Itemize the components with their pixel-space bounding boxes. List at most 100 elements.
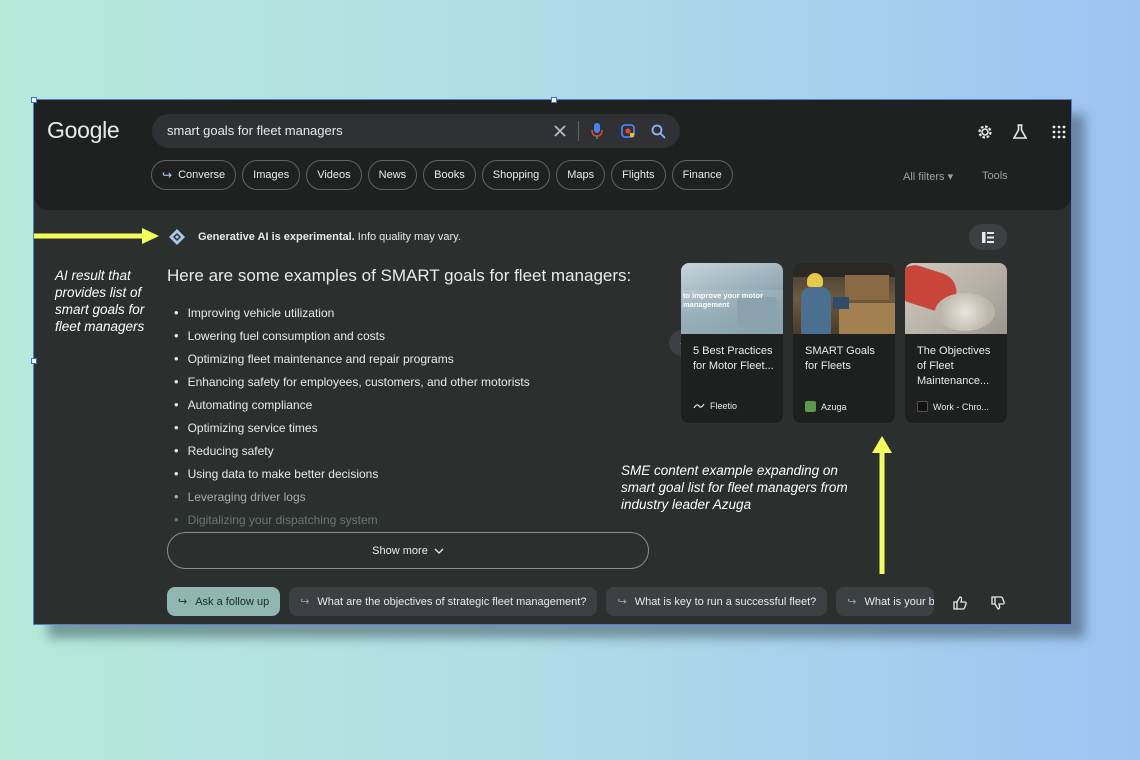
sparkle-icon xyxy=(169,229,185,245)
list-item: Reducing safety xyxy=(174,439,530,462)
card-image xyxy=(793,263,895,334)
chip-label: Maps xyxy=(567,169,595,181)
chip-label: Finance xyxy=(682,169,722,181)
ai-notice-rest: Info quality may vary. xyxy=(354,231,461,243)
annotation-sme-content: SME content example expanding on smart g… xyxy=(621,463,848,512)
chip-label: Videos xyxy=(317,169,351,181)
list-item: Enhancing safety for employees, customer… xyxy=(174,370,530,393)
panel-toggle-button[interactable] xyxy=(969,224,1007,250)
list-item: Automating compliance xyxy=(174,393,530,416)
thumbs-up-icon[interactable] xyxy=(952,595,968,611)
card-title: 5 Best Practices for Motor Fleet... xyxy=(693,345,774,372)
chip-label: Books xyxy=(434,169,465,181)
ai-notice-bold: Generative AI is experimental. xyxy=(198,231,355,243)
tools-button[interactable]: Tools xyxy=(982,170,1008,182)
list-item: Improving vehicle utilization xyxy=(174,301,530,324)
mic-icon[interactable] xyxy=(587,121,607,141)
follow-arrow-icon: ↪ xyxy=(178,596,188,608)
source-cards: to improve your motor management 5 Best … xyxy=(681,263,1007,423)
list-item: Optimizing fleet maintenance and repair … xyxy=(174,347,530,370)
azuga-logo-icon xyxy=(805,401,816,412)
card-image xyxy=(905,263,1007,334)
card-image: to improve your motor management xyxy=(681,263,783,334)
source-card-azuga[interactable]: SMART Goals for Fleets Azuga xyxy=(793,263,895,423)
card-source: Work - Chro... xyxy=(917,401,989,412)
chip-label: Flights xyxy=(622,169,655,181)
list-item: Digitalizing your dispatching system xyxy=(174,508,530,531)
annotation-arrow-up xyxy=(872,436,892,574)
annotation-arrow-right xyxy=(34,228,159,244)
follow-arrow-icon: ↪ xyxy=(300,596,310,608)
gear-icon[interactable] xyxy=(975,122,995,142)
follow-up-suggestion[interactable]: ↪ What is key to run a successful fleet? xyxy=(606,587,828,616)
search-input[interactable]: smart goals for fleet managers xyxy=(167,123,343,138)
all-filters-button[interactable]: All filters ▾ xyxy=(903,170,953,183)
selection-handle[interactable] xyxy=(31,358,37,364)
fleetio-logo-icon xyxy=(693,403,705,409)
card-source-name: Azuga xyxy=(821,401,847,412)
follow-up-label: Ask a follow up xyxy=(195,595,270,608)
follow-arrow-icon: ↪ xyxy=(847,596,857,608)
smart-goals-list: Improving vehicle utilization Lowering f… xyxy=(174,301,530,531)
follow-arrow-icon: ↪ xyxy=(162,168,173,182)
chip-news[interactable]: News xyxy=(367,160,418,190)
chevron-down-icon: ▾ xyxy=(947,171,954,183)
chip-videos[interactable]: Videos xyxy=(306,160,362,190)
show-more-button[interactable]: Show more xyxy=(167,532,649,569)
ai-experimental-notice: Generative AI is experimental. Info qual… xyxy=(198,231,461,243)
flask-icon[interactable] xyxy=(1010,122,1030,142)
all-filters-label: All filters xyxy=(903,171,945,183)
card-source-name: Fleetio xyxy=(710,401,738,411)
annotation-ai-result: AI result that provides list of smart go… xyxy=(55,268,145,334)
follow-up-chips: ↪ Ask a follow up ↪ What are the objective… xyxy=(167,587,935,616)
follow-up-suggestion[interactable]: ↪ What are the objectives of strategic fl… xyxy=(289,587,598,616)
chip-flights[interactable]: Flights xyxy=(611,160,666,190)
chevron-down-icon xyxy=(434,548,444,554)
search-icon[interactable] xyxy=(648,121,668,141)
show-more-label: Show more xyxy=(372,544,428,557)
chip-label: Shopping xyxy=(492,169,540,181)
follow-up-label: What is your b xyxy=(864,595,935,608)
chip-label: News xyxy=(378,169,407,181)
lens-icon[interactable] xyxy=(618,121,638,141)
search-results-screenshot: Google smart goals for fleet managers ↪ … xyxy=(33,99,1072,625)
source-card-work-chron[interactable]: The Objectives of Fleet Maintenance... W… xyxy=(905,263,1007,423)
list-item: Lowering fuel consumption and costs xyxy=(174,324,530,347)
selection-handle[interactable] xyxy=(31,97,37,103)
ai-answer-title: Here are some examples of SMART goals fo… xyxy=(167,266,632,285)
work-chron-logo-icon xyxy=(917,401,928,412)
selection-handle[interactable] xyxy=(551,97,557,103)
card-source: Azuga xyxy=(805,401,847,412)
google-logo[interactable]: Google xyxy=(47,117,120,144)
chip-label: Converse xyxy=(178,169,226,181)
card-source-name: Work - Chro... xyxy=(933,401,989,412)
thumbs-down-icon[interactable] xyxy=(990,595,1006,611)
close-icon[interactable] xyxy=(550,121,570,141)
chip-converse[interactable]: ↪ Converse xyxy=(151,160,237,190)
source-card-fleetio[interactable]: to improve your motor management 5 Best … xyxy=(681,263,783,423)
chip-label: Images xyxy=(253,169,290,181)
follow-up-label: What is key to run a successful fleet? xyxy=(634,595,817,608)
card-source: Fleetio xyxy=(693,401,737,411)
search-chips: ↪ Converse Images Videos News Books Shopp… xyxy=(151,160,733,190)
ask-follow-up-button[interactable]: ↪ Ask a follow up xyxy=(167,587,281,616)
list-item: Optimizing service times xyxy=(174,416,530,439)
chip-maps[interactable]: Maps xyxy=(556,160,606,190)
list-item: Using data to make better decisions xyxy=(174,462,530,485)
panel-layout-icon xyxy=(982,231,994,243)
chip-books[interactable]: Books xyxy=(423,160,476,190)
list-item: Leveraging driver logs xyxy=(174,485,530,508)
follow-arrow-icon: ↪ xyxy=(617,596,627,608)
follow-up-label: What are the objectives of strategic fle… xyxy=(317,595,587,608)
search-box[interactable]: smart goals for fleet managers xyxy=(152,114,680,148)
chip-finance[interactable]: Finance xyxy=(671,160,733,190)
search-divider xyxy=(578,121,579,141)
chip-images[interactable]: Images xyxy=(242,160,301,190)
card-title: The Objectives of Fleet Maintenance... xyxy=(917,345,991,387)
apps-grid-icon[interactable] xyxy=(1049,122,1069,142)
follow-up-suggestion[interactable]: ↪ What is your b xyxy=(836,587,935,616)
card-title: SMART Goals for Fleets xyxy=(805,345,875,372)
chip-shopping[interactable]: Shopping xyxy=(481,160,551,190)
card-image-caption: to improve your motor management xyxy=(683,291,764,309)
search-header: Google smart goals for fleet managers ↪ … xyxy=(34,100,1071,210)
